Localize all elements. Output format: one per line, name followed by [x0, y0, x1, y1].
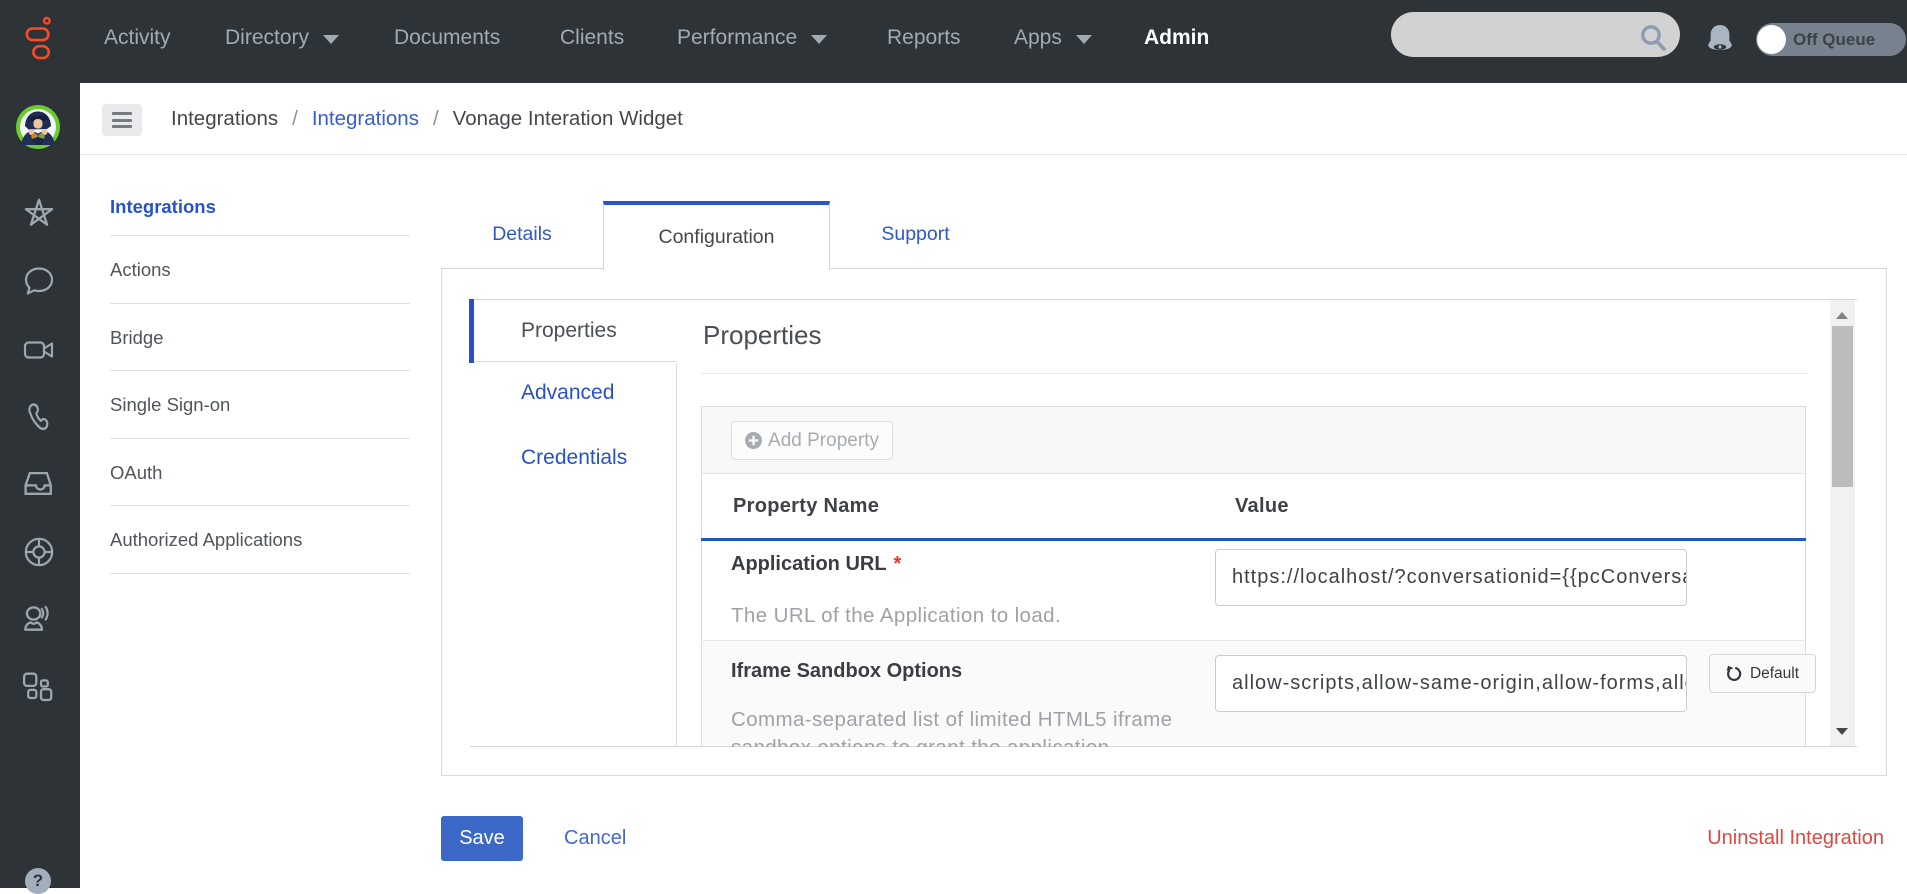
add-property-strip: Add Property: [702, 407, 1805, 474]
subtab-credentials[interactable]: Credentials: [521, 446, 671, 476]
top-nav-bar: Activity Directory Documents Clients Per…: [0, 0, 1907, 83]
heading-rule: [701, 373, 1807, 374]
subtab-properties[interactable]: Properties: [470, 300, 676, 362]
notifications-bell-icon[interactable]: [1706, 23, 1734, 56]
nav-item-label: Reports: [887, 25, 961, 49]
side-nav-item-oauth[interactable]: OAuth: [110, 439, 410, 507]
table-header-underline: [701, 538, 1806, 541]
default-button[interactable]: Default: [1709, 654, 1816, 693]
nav-item-label: Directory: [225, 25, 310, 49]
breadcrumb-separator: /: [432, 106, 439, 130]
nav-documents[interactable]: Documents: [394, 0, 500, 75]
property-desc-application-url: The URL of the Application to load.: [731, 604, 1062, 627]
page-title: Properties: [703, 320, 822, 350]
nav-directory[interactable]: Directory: [225, 0, 340, 75]
subtab-column-border: [676, 363, 677, 746]
cancel-button[interactable]: Cancel: [564, 816, 626, 861]
sidebar: ?: [0, 83, 80, 894]
property-desc-iframe-line2-text: sandbox options to grant the application…: [731, 737, 1331, 747]
breadcrumb: Integrations / Integrations / Vonage Int…: [171, 83, 683, 154]
nav-admin[interactable]: Admin: [1144, 0, 1209, 75]
save-button[interactable]: Save: [441, 816, 523, 861]
toggle-knob[interactable]: [1757, 25, 1786, 54]
nav-item-label: Activity: [104, 25, 171, 49]
favorites-star-icon[interactable]: [22, 195, 56, 229]
toggle-label: Off Queue: [1793, 30, 1876, 49]
nav-item-label: Apps: [1014, 25, 1062, 49]
tab-configuration[interactable]: Configuration: [603, 201, 830, 270]
application-url-input[interactable]: https://localhost/?conversationid={{pcCo…: [1215, 549, 1687, 606]
avatar-image: [20, 109, 56, 145]
nav-item-label: Performance: [677, 25, 798, 49]
scrollbar-down-arrow[interactable]: [1836, 728, 1848, 735]
scrollbar-up-arrow[interactable]: [1836, 312, 1848, 319]
undo-icon: [1726, 665, 1742, 681]
property-desc-iframe-line2: sandbox options to grant the application…: [731, 737, 1331, 747]
hamburger-bar: [112, 118, 132, 122]
chevron-down-icon: [1075, 34, 1092, 44]
nav-item-label: Clients: [560, 25, 625, 49]
tab-support[interactable]: Support: [830, 201, 1001, 268]
subtab-label: Properties: [521, 319, 617, 342]
property-desc-iframe-line1: Comma-separated list of limited HTML5 if…: [731, 708, 1173, 731]
detail-tabs: Details Configuration Support: [441, 201, 1001, 270]
breadcrumb-bar: Integrations / Integrations / Vonage Int…: [80, 83, 1907, 155]
hamburger-bar: [112, 125, 132, 128]
nav-reports[interactable]: Reports: [887, 0, 961, 75]
side-nav-item-bridge[interactable]: Bridge: [110, 304, 410, 372]
breadcrumb-integrations: Integrations: [171, 106, 279, 130]
side-nav-heading[interactable]: Integrations: [110, 185, 410, 236]
column-header-property-name: Property Name: [733, 495, 880, 517]
add-property-label: Add Property: [768, 429, 879, 451]
iframe-sandbox-input[interactable]: allow-scripts,allow-same-origin,allow-fo…: [1215, 655, 1687, 712]
tab-details[interactable]: Details: [441, 201, 603, 268]
chat-icon[interactable]: [22, 264, 56, 298]
breadcrumb-current-page: Vonage Interation Widget: [452, 106, 683, 130]
integrations-side-nav: Integrations Actions Bridge Single Sign-…: [110, 185, 410, 574]
nav-activity[interactable]: Activity: [104, 0, 171, 75]
nav-performance[interactable]: Performance: [677, 0, 828, 75]
required-asterisk: *: [893, 553, 902, 575]
active-subtab-indicator: [469, 299, 474, 363]
nav-item-label: Admin: [1144, 25, 1210, 49]
property-name-text: Application URL: [731, 553, 887, 575]
avatar[interactable]: [16, 105, 60, 149]
help-icon[interactable]: ?: [25, 868, 51, 894]
chevron-down-icon: [323, 34, 340, 44]
property-name-iframe-sandbox: Iframe Sandbox Options: [731, 660, 963, 682]
breadcrumb-separator: /: [292, 106, 298, 130]
scroll-area-top-border: [470, 299, 1857, 300]
menu-hamburger-button[interactable]: [102, 104, 142, 136]
breadcrumb-integrations-link[interactable]: Integrations: [312, 107, 419, 131]
subtab-advanced[interactable]: Advanced: [521, 381, 671, 411]
uninstall-integration-link[interactable]: Uninstall Integration: [1707, 816, 1884, 861]
configuration-panel: Properties Advanced Credentials Properti…: [441, 268, 1887, 776]
lifebuoy-icon[interactable]: [22, 535, 56, 569]
chevron-down-icon: [811, 34, 828, 44]
search-icon[interactable]: [1637, 22, 1671, 56]
scrollbar[interactable]: [1830, 300, 1855, 746]
column-header-value: Value: [1235, 495, 1289, 517]
apps-grid-icon[interactable]: [22, 671, 56, 705]
queue-status-toggle[interactable]: Off Queue: [1756, 23, 1906, 56]
nav-clients[interactable]: Clients: [560, 0, 624, 75]
side-nav-item-single-sign-on[interactable]: Single Sign-on: [110, 371, 410, 439]
phone-icon[interactable]: [22, 399, 56, 433]
property-name-application-url: Application URL *: [731, 553, 901, 576]
inbox-icon[interactable]: [22, 467, 56, 501]
side-nav-item-authorized-applications[interactable]: Authorized Applications: [110, 506, 410, 574]
scrollbar-thumb[interactable]: [1832, 326, 1853, 487]
nav-item-label: Documents: [394, 25, 501, 49]
add-property-button[interactable]: Add Property: [731, 421, 893, 460]
video-icon[interactable]: [22, 333, 56, 367]
hamburger-bar: [112, 112, 132, 115]
side-nav-item-actions[interactable]: Actions: [110, 236, 410, 304]
default-button-label: Default: [1749, 664, 1800, 682]
plus-circle-icon: [745, 432, 763, 449]
agent-speaking-icon[interactable]: [22, 603, 56, 637]
nav-apps[interactable]: Apps: [1014, 0, 1092, 75]
